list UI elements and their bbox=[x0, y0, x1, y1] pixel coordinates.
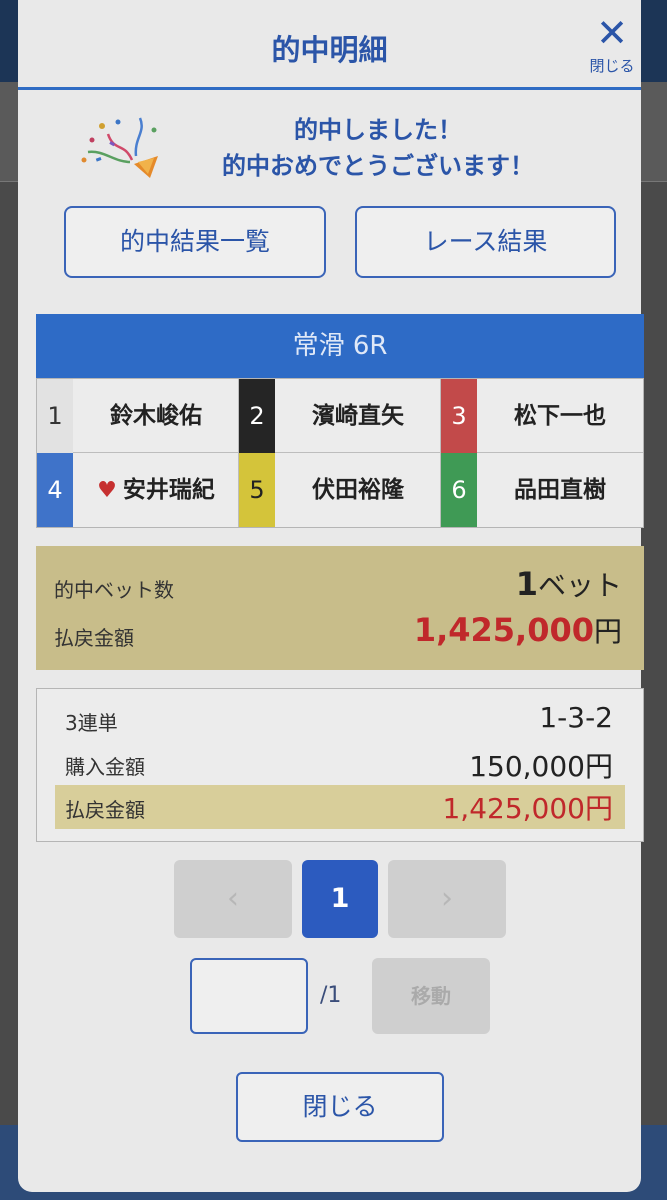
payout-label: 払戻金額 bbox=[54, 626, 134, 650]
page-total: /1 bbox=[320, 983, 342, 1008]
bet-detail-card: 3連単 1-3-2 購入金額 150,000円 払戻金額 1,425,000円 bbox=[36, 688, 644, 842]
bet-type: 3連単 bbox=[65, 711, 118, 735]
payout-value: 1,425,000 bbox=[413, 611, 594, 649]
race-results-button[interactable]: レース結果 bbox=[355, 206, 616, 278]
detail-payout-amount: 1,425,000円 bbox=[442, 792, 613, 825]
close-icon: ✕ bbox=[596, 11, 628, 55]
bet-combination: 1-3-2 bbox=[539, 701, 613, 734]
racer-cell: 2 濱崎直矢 bbox=[239, 379, 441, 453]
bet-count-unit: ベット bbox=[537, 569, 622, 602]
racer-cell: 5 伏田裕隆 bbox=[239, 453, 441, 527]
racer-number: 6 bbox=[441, 453, 477, 527]
racer-cell: 6 品田直樹 bbox=[441, 453, 643, 527]
modal-close-button[interactable]: ✕ 閉じる bbox=[586, 14, 638, 80]
purchase-amount: 150,000円 bbox=[469, 750, 613, 783]
racer-name-cell: 濱崎直矢 bbox=[275, 379, 441, 453]
party-popper-icon bbox=[81, 117, 158, 178]
prev-page-button[interactable]: ‹ bbox=[174, 860, 292, 938]
bet-count-label: 的中ベット数 bbox=[54, 578, 174, 602]
race-title: 常滑 6R bbox=[36, 314, 644, 378]
racer-name-cell: ♥ 安井瑞紀 bbox=[73, 453, 239, 527]
racer-name: 品田直樹 bbox=[514, 477, 606, 503]
chevron-right-icon: › bbox=[441, 881, 453, 916]
racer-cell: 3 松下一也 bbox=[441, 379, 643, 453]
racer-number: 3 bbox=[441, 379, 477, 453]
current-page-button[interactable]: 1 bbox=[302, 860, 378, 938]
racer-number: 5 bbox=[239, 453, 275, 527]
racer-name-cell: 鈴木峻佑 bbox=[73, 379, 239, 453]
racer-name: 松下一也 bbox=[514, 403, 606, 429]
racer-name-cell: 松下一也 bbox=[477, 379, 643, 453]
racer-number: 2 bbox=[239, 379, 275, 453]
bet-count: 1ベット bbox=[516, 564, 622, 604]
next-page-button[interactable]: › bbox=[388, 860, 506, 938]
modal-title: 的中明細 bbox=[271, 33, 388, 67]
racer-cell: 4 ♥ 安井瑞紀 bbox=[37, 453, 239, 527]
payout-amount: 1,425,000円 bbox=[414, 610, 622, 650]
racer-cell: 1 鈴木峻佑 bbox=[37, 379, 239, 453]
footer-close-button[interactable]: 閉じる bbox=[236, 1072, 444, 1142]
racer-grid: 1 鈴木峻佑 2 濱崎直矢 3 松下一也 4 ♥ 安井瑞紀 5 伏田裕隆 6 品田直樹 bbox=[36, 378, 644, 528]
racer-name-cell: 伏田裕隆 bbox=[275, 453, 441, 527]
modal-close-label: 閉じる bbox=[589, 57, 635, 75]
payout-unit: 円 bbox=[593, 615, 622, 648]
purchase-label: 購入金額 bbox=[65, 755, 145, 779]
bet-count-value: 1 bbox=[515, 565, 538, 603]
detail-payout-label: 払戻金額 bbox=[65, 798, 145, 822]
racer-number: 4 bbox=[37, 453, 73, 527]
congrats-line-1: 的中しました！ bbox=[294, 116, 462, 144]
hit-detail-modal: 的中明細 ✕ 閉じる 的中しました！ 的中おめでとうございます！ 的中結果一覧 … bbox=[18, 0, 644, 1192]
racer-name: 濱崎直矢 bbox=[312, 403, 404, 429]
congrats-line-2: 的中おめでとうございます！ bbox=[222, 152, 534, 180]
chevron-left-icon: ‹ bbox=[227, 881, 239, 916]
page-number-input[interactable] bbox=[190, 958, 308, 1034]
racer-name-cell: 品田直樹 bbox=[477, 453, 643, 527]
racer-name: 安井瑞紀 bbox=[122, 477, 215, 503]
hit-results-button[interactable]: 的中結果一覧 bbox=[64, 206, 326, 278]
payout-summary: 的中ベット数 1ベット 払戻金額 1,425,000円 bbox=[36, 546, 644, 670]
racer-name: 伏田裕隆 bbox=[312, 477, 404, 503]
racer-name: 鈴木峻佑 bbox=[110, 403, 202, 429]
move-page-button[interactable]: 移動 bbox=[372, 958, 490, 1034]
racer-number: 1 bbox=[37, 379, 73, 453]
heart-icon: ♥ bbox=[97, 478, 117, 503]
modal-header: 的中明細 ✕ 閉じる bbox=[18, 0, 641, 90]
congrats-message: 的中しました！ 的中おめでとうございます！ bbox=[168, 112, 588, 184]
